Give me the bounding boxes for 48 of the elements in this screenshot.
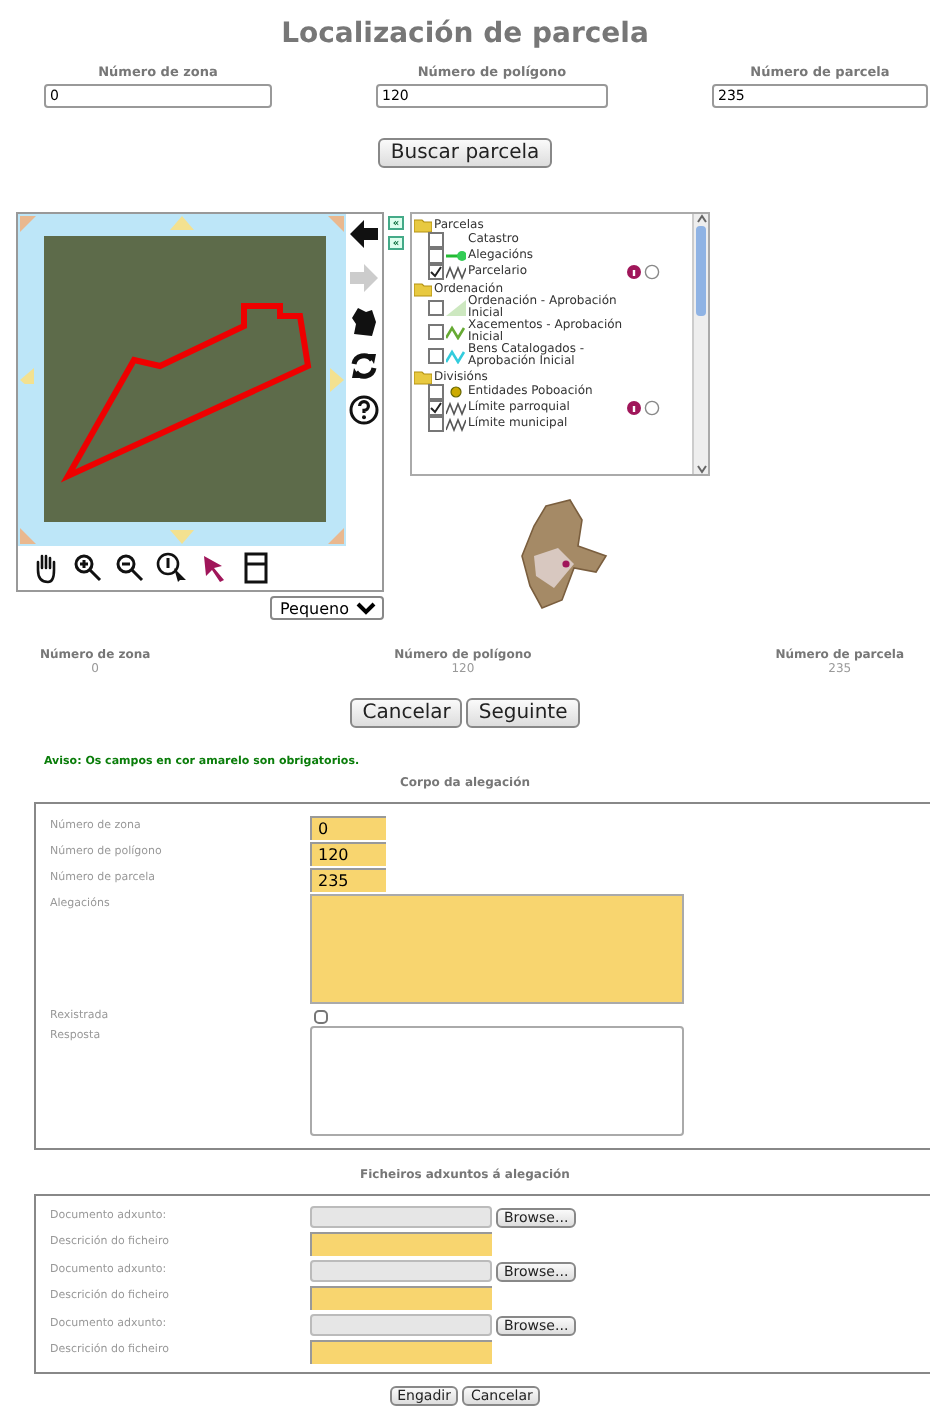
- fill-symbol-icon: [446, 300, 466, 316]
- scroll-down-icon[interactable]: [695, 462, 707, 474]
- input-field[interactable]: [310, 1340, 492, 1364]
- zoom-out-icon[interactable]: [114, 552, 146, 584]
- checkbox[interactable]: [428, 232, 444, 248]
- scrollbar-thumb[interactable]: [696, 226, 706, 316]
- input-field[interactable]: 0: [310, 816, 386, 840]
- left-arrow-icon[interactable]: [348, 218, 380, 250]
- cancel-button[interactable]: Cancelar: [350, 698, 463, 728]
- checkbox[interactable]: [428, 384, 444, 400]
- pointer-arrow-icon[interactable]: [198, 552, 230, 584]
- radio-button[interactable]: [644, 400, 660, 416]
- input-field[interactable]: [310, 1286, 492, 1310]
- checkbox[interactable]: [428, 300, 444, 316]
- file-field[interactable]: [310, 1206, 492, 1228]
- window-icon[interactable]: [240, 552, 272, 584]
- folder-icon: [414, 215, 432, 233]
- info-icon[interactable]: [626, 264, 642, 280]
- page-title: Localización de parcela: [281, 18, 649, 50]
- file-field[interactable]: [310, 1260, 492, 1282]
- input-field[interactable]: [310, 1232, 492, 1256]
- input-field[interactable]: 235: [310, 868, 386, 892]
- help-icon[interactable]: [348, 394, 380, 426]
- point-symbol-icon: [446, 384, 466, 400]
- folder-icon: [414, 367, 432, 385]
- input-field[interactable]: 120: [310, 842, 386, 866]
- checkbox[interactable]: [428, 400, 444, 416]
- line-symbol-icon: [446, 264, 466, 280]
- checkbox[interactable]: [428, 324, 444, 340]
- file-field[interactable]: [310, 1314, 492, 1336]
- info-icon[interactable]: [626, 400, 642, 416]
- checkbox[interactable]: [428, 416, 444, 432]
- checkbox[interactable]: [314, 1010, 328, 1024]
- size-select[interactable]: Pequeno: [270, 596, 384, 620]
- zoom-in-icon[interactable]: [72, 552, 104, 584]
- checkbox[interactable]: [428, 264, 444, 280]
- map-shape-icon[interactable]: [348, 306, 380, 338]
- scroll-up-icon[interactable]: [695, 214, 707, 226]
- next-button[interactable]: Seguinte: [466, 698, 580, 728]
- point-line-symbol-icon: [446, 248, 466, 264]
- text-area[interactable]: [310, 1026, 684, 1136]
- checkbox[interactable]: [428, 248, 444, 264]
- info-cursor-icon[interactable]: [156, 552, 188, 584]
- checkbox[interactable]: [428, 348, 444, 364]
- search-button[interactable]: Buscar parcela: [378, 138, 552, 168]
- refresh-icon[interactable]: [348, 350, 380, 382]
- folder-icon: [414, 279, 432, 297]
- radio-button[interactable]: [644, 264, 660, 280]
